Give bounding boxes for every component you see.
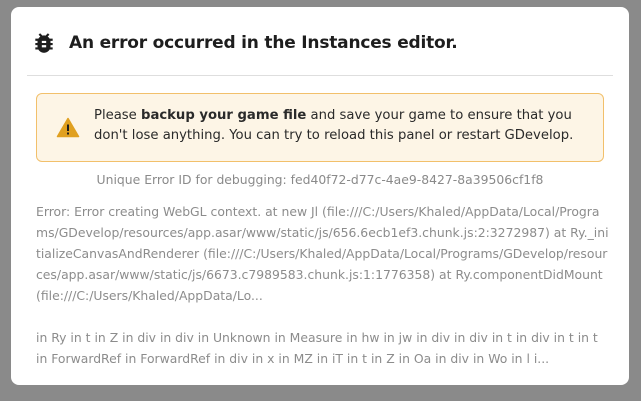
component-stack: in Ry in t in Z in div in div in Unknown… [36, 330, 598, 366]
error-id: Unique Error ID for debugging: fed40f72-… [96, 172, 544, 187]
header-divider [27, 75, 613, 76]
alert-text-before: Please [94, 108, 141, 123]
dialog-header: An error occurred in the Instances edito… [31, 29, 458, 57]
warning-alert: Please backup your game file and save yo… [36, 93, 604, 162]
alert-message: Please backup your game file and save yo… [94, 106, 594, 146]
alert-text-bold: backup your game file [141, 108, 307, 123]
error-message: Error: Error creating WebGL context. at … [36, 204, 609, 303]
dialog-title: An error occurred in the Instances edito… [69, 33, 458, 53]
warning-icon [56, 116, 80, 140]
bug-icon [31, 30, 57, 56]
error-dialog: An error occurred in the Instances edito… [11, 7, 629, 385]
